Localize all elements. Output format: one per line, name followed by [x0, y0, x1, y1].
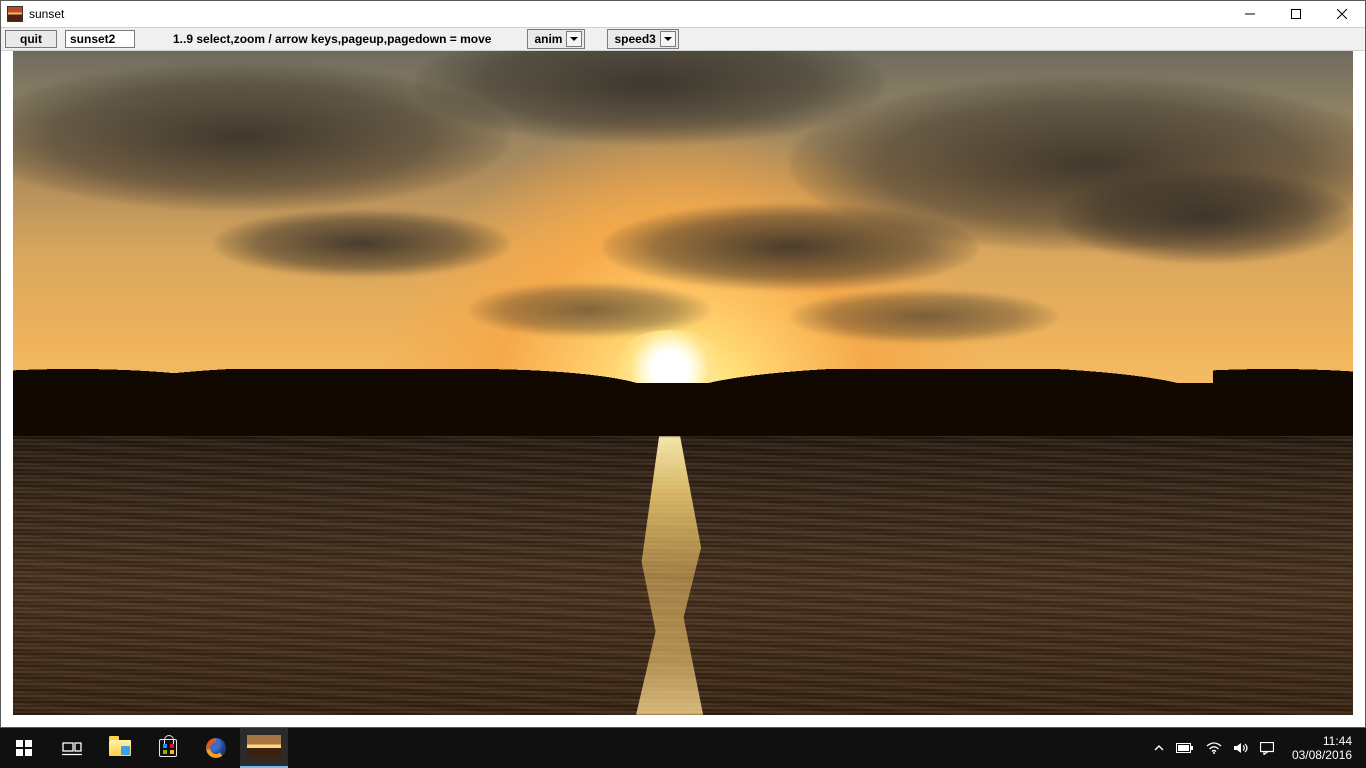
file-explorer-button[interactable]	[96, 728, 144, 768]
image-name-input[interactable]	[65, 30, 135, 48]
toolbar: quit 1..9 select,zoom / arrow keys,pageu…	[1, 27, 1365, 51]
anim-select-value: anim	[534, 32, 562, 46]
image-viewport[interactable]	[1, 51, 1365, 727]
battery-icon[interactable]	[1176, 743, 1194, 753]
sunset-app-task[interactable]	[240, 728, 288, 768]
start-button[interactable]	[0, 728, 48, 768]
tray-overflow-icon[interactable]	[1154, 743, 1164, 753]
firefox-button[interactable]	[192, 728, 240, 768]
sunset-image	[13, 51, 1353, 715]
clock-time: 11:44	[1292, 734, 1352, 748]
anim-select[interactable]: anim	[527, 29, 585, 49]
clock-date: 03/08/2016	[1292, 748, 1352, 762]
task-view-button[interactable]	[48, 728, 96, 768]
sunset-thumbnail-icon	[247, 735, 281, 759]
taskbar-clock[interactable]: 11:44 03/08/2016	[1286, 734, 1358, 762]
store-button[interactable]	[144, 728, 192, 768]
maximize-button[interactable]	[1273, 1, 1319, 27]
system-tray: 11:44 03/08/2016	[1154, 734, 1366, 762]
app-icon	[7, 6, 23, 22]
action-center-icon[interactable]	[1260, 742, 1274, 755]
close-button[interactable]	[1319, 1, 1365, 27]
window-title: sunset	[29, 7, 64, 21]
titlebar[interactable]: sunset	[1, 1, 1365, 27]
taskbar: 11:44 03/08/2016	[0, 728, 1366, 768]
app-window: sunset quit 1..9 select,zoom / arrow key…	[0, 0, 1366, 728]
volume-icon[interactable]	[1234, 742, 1248, 754]
store-icon	[159, 739, 177, 757]
minimize-button[interactable]	[1227, 1, 1273, 27]
folder-icon	[109, 740, 131, 756]
firefox-icon	[206, 738, 226, 758]
wifi-icon[interactable]	[1206, 742, 1222, 754]
chevron-down-icon	[660, 31, 676, 47]
speed-select[interactable]: speed3	[607, 29, 678, 49]
quit-button[interactable]: quit	[5, 30, 57, 48]
speed-select-value: speed3	[614, 32, 655, 46]
help-text: 1..9 select,zoom / arrow keys,pageup,pag…	[143, 32, 491, 46]
chevron-down-icon	[566, 31, 582, 47]
